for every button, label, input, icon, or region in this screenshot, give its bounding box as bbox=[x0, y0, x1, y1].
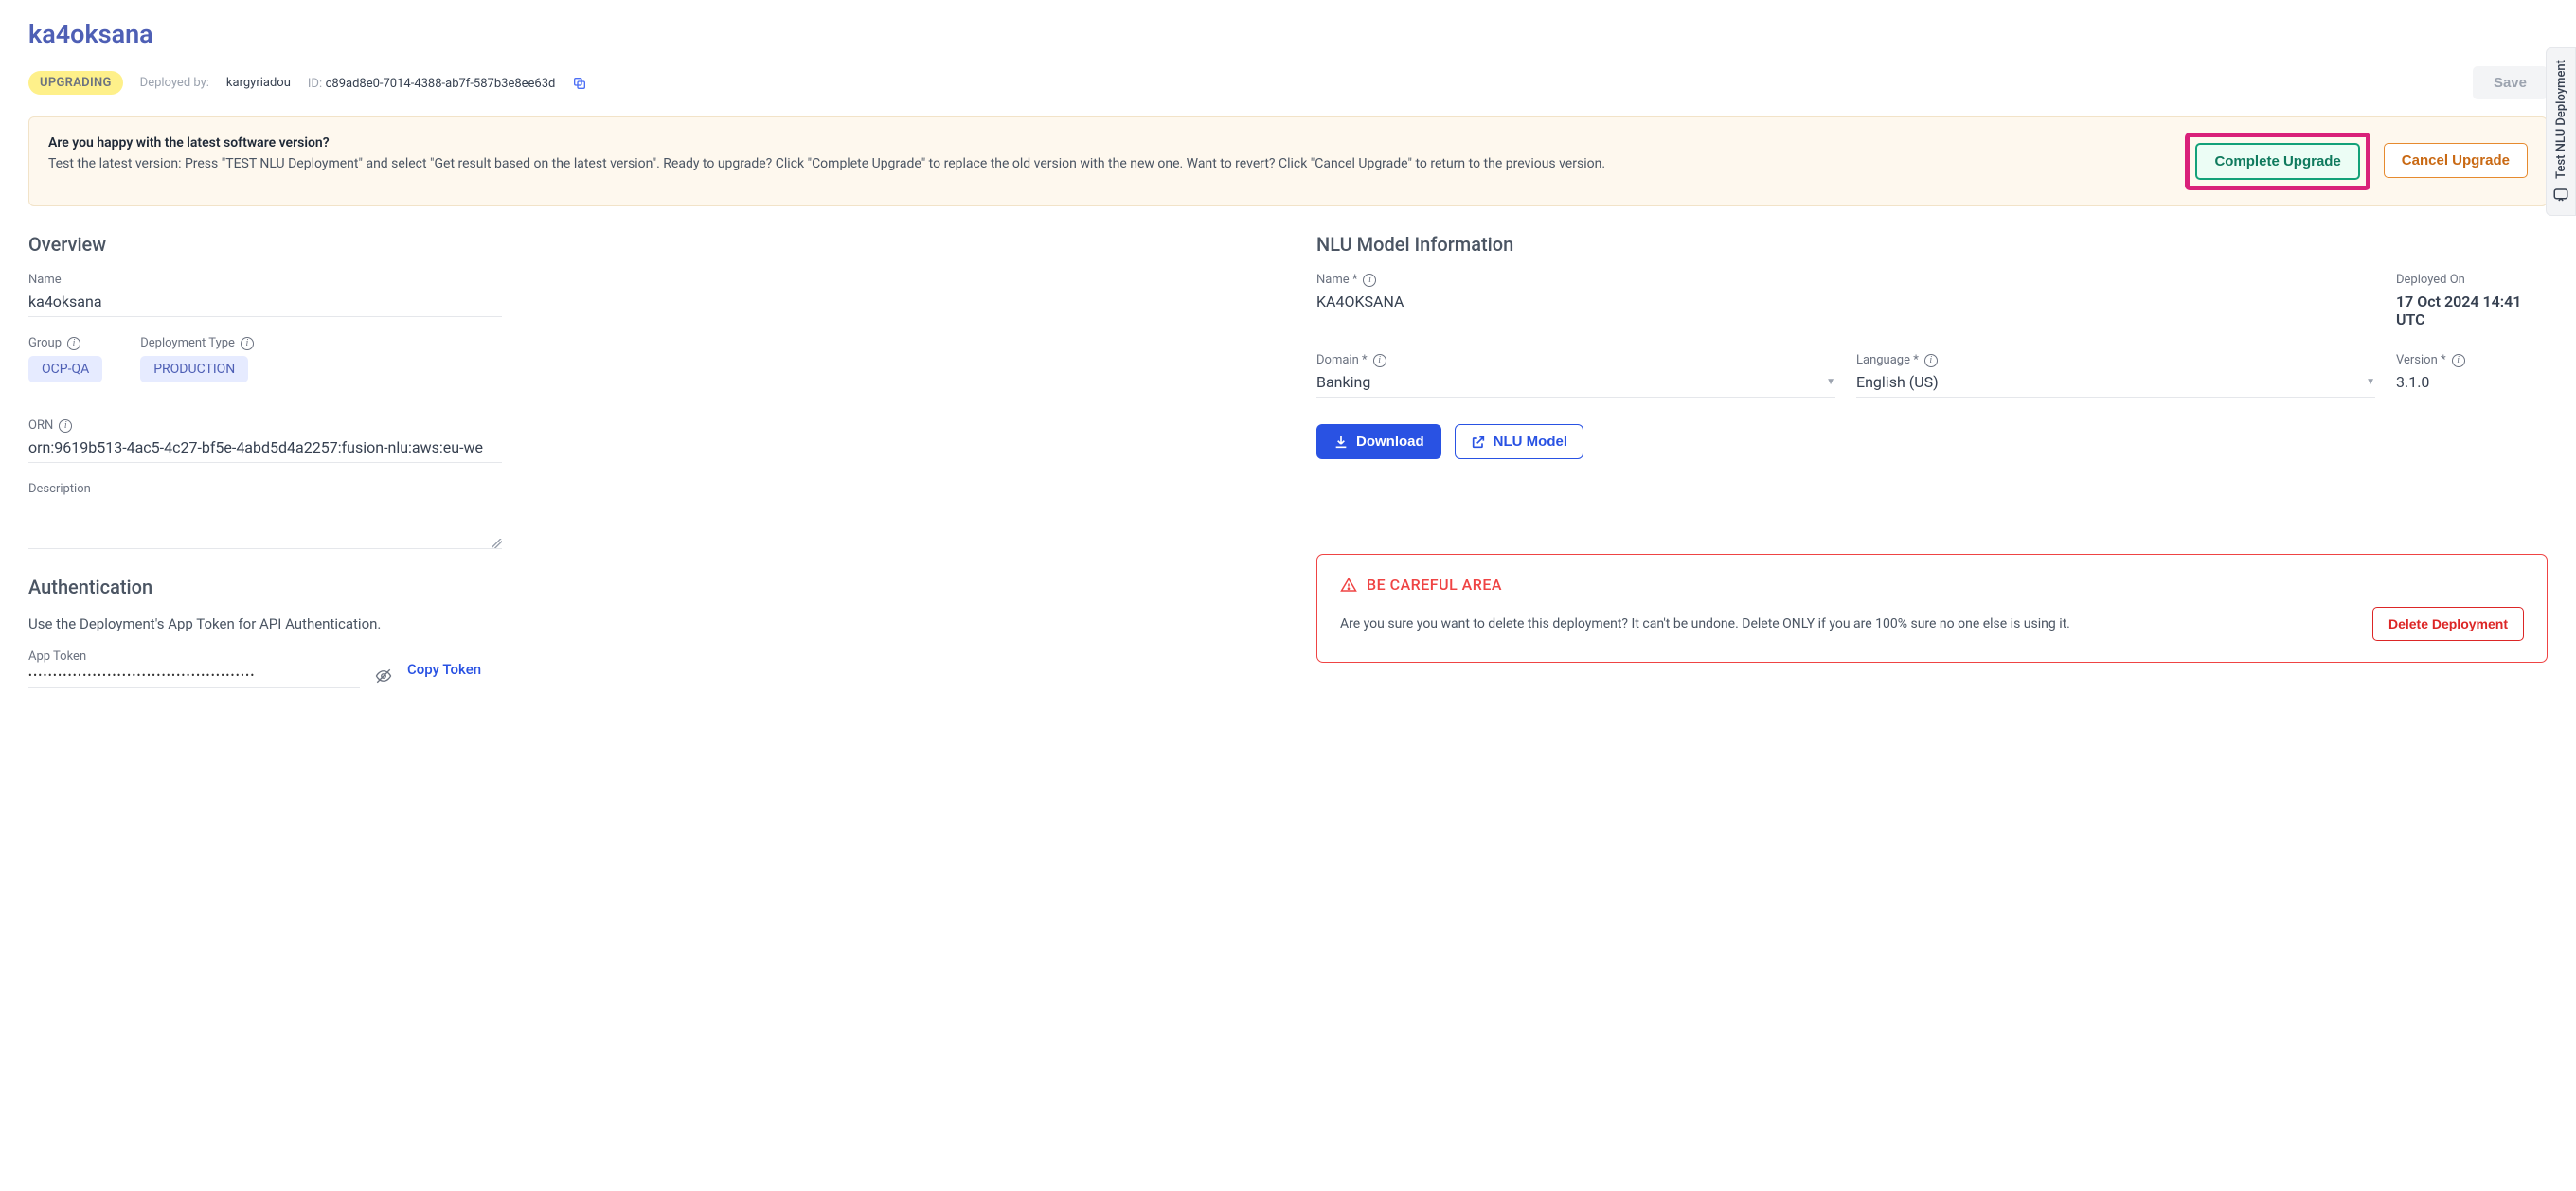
upgrade-banner: Are you happy with the latest software v… bbox=[28, 116, 2548, 206]
deployed-on-value: 17 Oct 2024 14:41 UTC bbox=[2396, 293, 2548, 334]
model-name-label: Name * bbox=[1316, 273, 1357, 287]
auth-description: Use the Deployment's App Token for API A… bbox=[28, 615, 1260, 632]
rail-label: Test NLU Deployment bbox=[2554, 60, 2568, 179]
nlu-model-button[interactable]: NLU Model bbox=[1455, 424, 1583, 459]
info-icon[interactable]: i bbox=[2452, 354, 2465, 367]
language-select[interactable]: English (US) ▼ bbox=[1856, 373, 2375, 398]
id-label: ID: bbox=[308, 77, 322, 91]
model-info-heading: NLU Model Information bbox=[1316, 233, 2548, 256]
info-icon[interactable]: i bbox=[241, 337, 254, 350]
danger-text: Are you sure you want to delete this dep… bbox=[1340, 613, 2070, 634]
info-icon[interactable]: i bbox=[59, 419, 72, 433]
reveal-token-icon[interactable] bbox=[375, 667, 392, 684]
deployed-by-label: Deployed by: bbox=[140, 76, 209, 90]
id-value: c89ad8e0-7014-4388-ab7f-587b3e8ee63d bbox=[326, 77, 556, 91]
test-nlu-deployment-rail[interactable]: Test NLU Deployment bbox=[2546, 47, 2576, 216]
copy-token-button[interactable]: Copy Token bbox=[407, 661, 481, 678]
deployed-by-value: kargyriadou bbox=[226, 76, 291, 90]
description-label: Description bbox=[28, 482, 1260, 496]
deployment-type-label: Deployment Type bbox=[140, 336, 235, 350]
complete-upgrade-highlight: Complete Upgrade bbox=[2185, 133, 2370, 190]
status-badge: UPGRADING bbox=[28, 71, 123, 95]
name-value[interactable]: ka4oksana bbox=[28, 293, 502, 317]
domain-value: Banking bbox=[1316, 373, 1370, 391]
domain-select[interactable]: Banking ▼ bbox=[1316, 373, 1835, 398]
language-value: English (US) bbox=[1856, 373, 1939, 391]
banner-question: Are you happy with the latest software v… bbox=[48, 133, 2170, 153]
auth-heading: Authentication bbox=[28, 576, 1260, 598]
download-label: Download bbox=[1356, 434, 1424, 450]
app-token-label: App Token bbox=[28, 649, 360, 664]
deployed-on-label: Deployed On bbox=[2396, 273, 2548, 287]
orn-value[interactable]: orn:9619b513-4ac5-4c27-bf5e-4abd5d4a2257… bbox=[28, 438, 502, 463]
name-label: Name bbox=[28, 273, 502, 287]
model-name-value: KA4OKSANA bbox=[1316, 293, 2375, 316]
group-chip: OCP-QA bbox=[28, 356, 102, 382]
language-label: Language * bbox=[1856, 353, 1919, 367]
info-icon[interactable]: i bbox=[67, 337, 80, 350]
download-icon bbox=[1333, 435, 1349, 450]
warning-icon bbox=[1340, 577, 1357, 594]
group-label: Group bbox=[28, 336, 62, 350]
external-link-icon bbox=[1471, 435, 1486, 450]
danger-heading: BE CAREFUL AREA bbox=[1367, 576, 1502, 594]
nlu-model-label: NLU Model bbox=[1494, 434, 1567, 450]
cancel-upgrade-button[interactable]: Cancel Upgrade bbox=[2384, 143, 2528, 178]
chat-icon bbox=[2552, 187, 2569, 204]
description-textarea[interactable] bbox=[28, 502, 502, 549]
danger-zone: BE CAREFUL AREA Are you sure you want to… bbox=[1316, 554, 2548, 663]
download-button[interactable]: Download bbox=[1316, 424, 1441, 459]
info-icon[interactable]: i bbox=[1924, 354, 1938, 367]
version-label: Version * bbox=[2396, 353, 2446, 367]
copy-id-icon[interactable] bbox=[572, 76, 587, 91]
complete-upgrade-button[interactable]: Complete Upgrade bbox=[2195, 143, 2359, 180]
app-token-value: ••••••••••••••••••••••••••••••••••••••••… bbox=[28, 669, 360, 688]
page-title: ka4oksana bbox=[28, 19, 2548, 49]
orn-label: ORN bbox=[28, 418, 53, 433]
chevron-down-icon: ▼ bbox=[1826, 377, 1835, 387]
deployment-type-chip: PRODUCTION bbox=[140, 356, 248, 382]
save-button[interactable]: Save bbox=[2473, 66, 2548, 99]
delete-deployment-button[interactable]: Delete Deployment bbox=[2372, 607, 2524, 641]
header-meta-row: UPGRADING Deployed by: kargyriadou ID: c… bbox=[28, 66, 2548, 99]
info-icon[interactable]: i bbox=[1363, 274, 1376, 287]
version-value: 3.1.0 bbox=[2396, 373, 2548, 397]
chevron-down-icon: ▼ bbox=[2366, 377, 2375, 387]
domain-label: Domain * bbox=[1316, 353, 1368, 367]
banner-body: Test the latest version: Press "TEST NLU… bbox=[48, 156, 1605, 171]
overview-heading: Overview bbox=[28, 233, 1260, 256]
info-icon[interactable]: i bbox=[1373, 354, 1386, 367]
